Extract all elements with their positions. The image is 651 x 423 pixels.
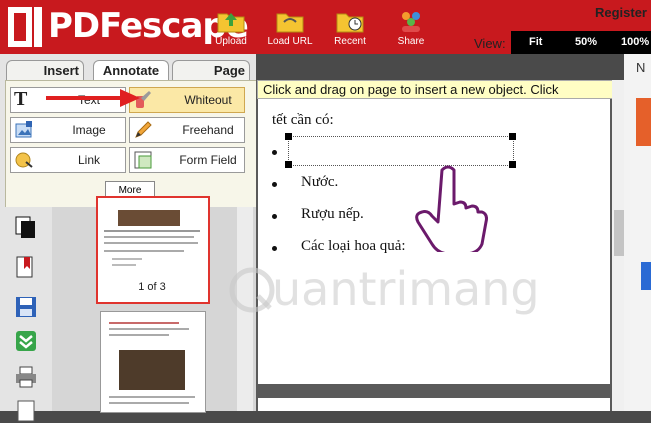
save-icon[interactable] xyxy=(14,295,38,319)
share-people-icon xyxy=(402,12,420,32)
pencil-icon xyxy=(135,121,152,138)
page-number-label: 1 of 3 xyxy=(138,281,166,293)
document-intro-text: tết cần có: xyxy=(272,112,334,128)
watermark-text: uantrimang xyxy=(272,262,540,316)
freehand-tool-label: Freehand xyxy=(182,123,234,137)
bullet-dot xyxy=(272,182,277,187)
thumbnail-text-line xyxy=(109,396,195,398)
watermark-logo-icon xyxy=(229,267,275,313)
whiteout-tool-label: Whiteout xyxy=(184,93,232,107)
zoom-100-button[interactable]: 100% xyxy=(621,36,649,48)
load-url-folder-icon xyxy=(276,13,304,33)
recent-folder-icon xyxy=(336,13,364,33)
whiteout-tool-button[interactable]: Whiteout xyxy=(129,87,245,113)
link-tool-button[interactable]: Link xyxy=(10,147,126,173)
thumbnail-text-line xyxy=(112,264,136,266)
freehand-tool-button[interactable]: Freehand xyxy=(129,117,245,143)
tab-annotate[interactable]: Annotate xyxy=(93,60,169,81)
upload-button[interactable]: Upload xyxy=(204,8,258,47)
document-item: Các loại hoa quả: xyxy=(301,238,406,254)
tab-insert[interactable]: Insert xyxy=(6,60,84,80)
document-page-next[interactable] xyxy=(258,398,610,411)
upload-folder-icon xyxy=(217,13,245,33)
image-icon xyxy=(15,121,32,138)
bullet-dot xyxy=(272,150,277,155)
register-link[interactable]: Register xyxy=(595,5,647,20)
link-tool-label: Link xyxy=(77,153,100,167)
print-icon[interactable] xyxy=(14,365,38,389)
recent-label: Recent xyxy=(334,36,366,47)
bullet-dot xyxy=(272,246,277,251)
thumbnail-photo xyxy=(119,350,185,390)
document-item: Nước. xyxy=(301,174,339,190)
upload-label: Upload xyxy=(215,36,247,47)
whiteout-selection-box[interactable] xyxy=(288,136,514,166)
annotation-arrow-icon xyxy=(46,89,140,107)
right-panel-label: N xyxy=(636,60,646,75)
bullet-dot xyxy=(272,214,277,219)
load-url-label: Load URL xyxy=(267,36,313,47)
document-item: Rượu nếp. xyxy=(301,206,364,222)
form-field-tool-button[interactable]: Form Field xyxy=(129,147,245,173)
insert-hint-tooltip: Click and drag on page to insert a new o… xyxy=(257,80,647,99)
side-orange-tab[interactable] xyxy=(636,98,651,146)
tool-tabs: Insert Annotate Page xyxy=(0,54,256,81)
tab-page[interactable]: Page xyxy=(172,60,250,80)
side-blue-tab[interactable] xyxy=(641,262,651,290)
thumbnail-text-line xyxy=(104,250,184,252)
hand-cursor-icon xyxy=(415,165,488,252)
recent-button[interactable]: Recent xyxy=(323,8,377,47)
left-sidebar xyxy=(0,207,52,422)
thumbnail-text-line xyxy=(104,230,200,232)
thumbnail-text-line xyxy=(104,236,194,238)
app-logo[interactable]: PDFescape xyxy=(0,0,249,54)
top-bar: PDFescape Upload Load URL Recent Share R… xyxy=(0,0,651,54)
thumbnail-text-line xyxy=(109,402,189,404)
zoom-50-button[interactable]: 50% xyxy=(575,36,597,48)
resize-handle[interactable] xyxy=(285,133,292,140)
thumbnail-text-line xyxy=(109,322,179,324)
document-scrollbar-thumb[interactable] xyxy=(614,210,624,256)
bookmark-icon[interactable] xyxy=(14,255,38,279)
pages-icon[interactable] xyxy=(14,215,38,239)
thumbnail-text-line xyxy=(104,242,198,244)
link-globe-icon xyxy=(15,152,33,168)
resize-handle[interactable] xyxy=(509,133,516,140)
thumbnail-text-line xyxy=(109,334,169,336)
form-field-tool-label: Form Field xyxy=(179,153,237,167)
pdfescape-logo-icon xyxy=(8,7,42,47)
form-field-icon xyxy=(134,151,152,169)
zoom-fit-button[interactable]: Fit xyxy=(529,36,542,48)
thumbnail-photo xyxy=(118,210,180,226)
view-label: View: xyxy=(474,36,506,51)
resize-handle[interactable] xyxy=(509,161,516,168)
document-icon[interactable] xyxy=(14,399,38,423)
share-button[interactable]: Share xyxy=(384,8,438,47)
text-t-icon: T xyxy=(14,88,28,110)
download-icon[interactable] xyxy=(14,329,38,353)
page-thumbnail-2[interactable] xyxy=(100,311,206,413)
thumbnail-text-line xyxy=(109,328,189,330)
resize-handle[interactable] xyxy=(285,161,292,168)
share-label: Share xyxy=(397,36,425,47)
image-tool-label: Image xyxy=(72,123,106,137)
thumbnail-text-line xyxy=(112,258,142,260)
load-url-button[interactable]: Load URL xyxy=(263,8,317,47)
image-tool-button[interactable]: Image xyxy=(10,117,126,143)
